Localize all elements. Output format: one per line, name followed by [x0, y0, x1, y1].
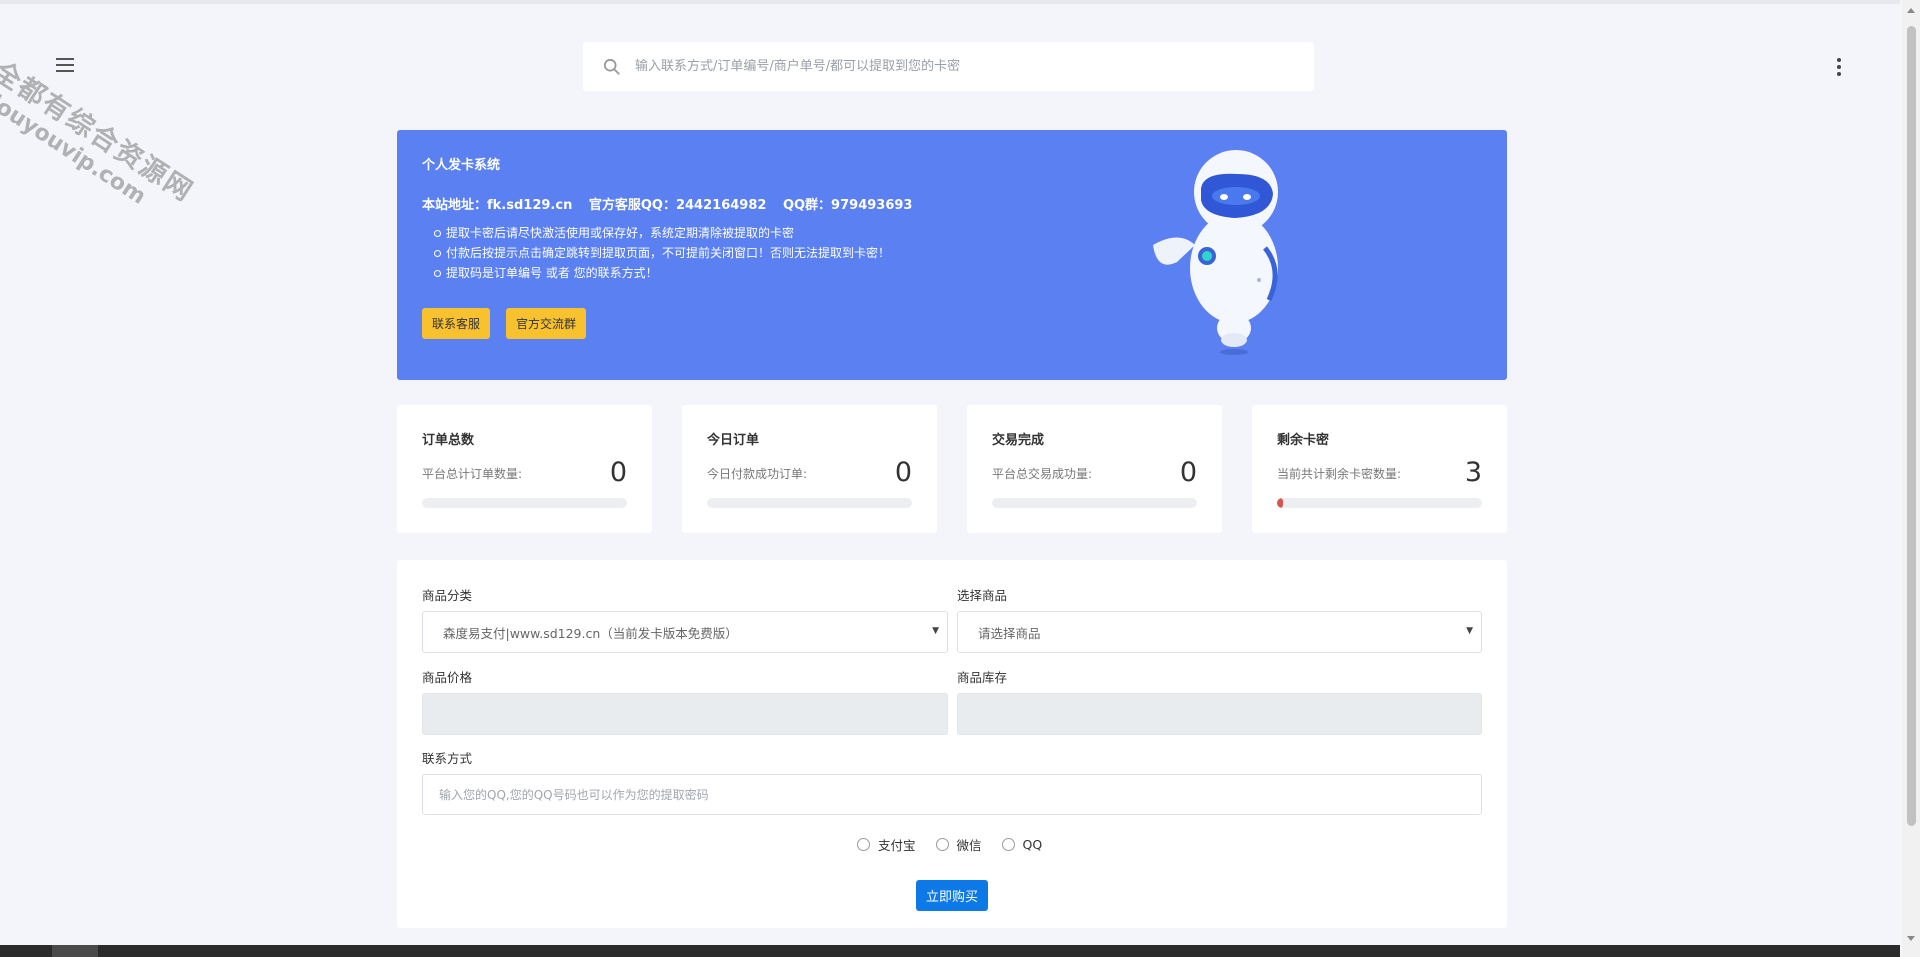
product-label: 选择商品	[957, 588, 1008, 603]
more-options-icon[interactable]	[1835, 58, 1843, 76]
chevron-down-icon: ▼	[1466, 626, 1473, 636]
stat-card-remaining-cards: 剩余卡密 当前共计剩余卡密数量: 3	[1252, 405, 1507, 533]
search-bar[interactable]	[583, 42, 1314, 91]
stat-label: 当前共计剩余卡密数量:	[1277, 466, 1402, 481]
contact-support-button[interactable]: 联系客服	[422, 308, 491, 339]
site-title: 个人发卡系统	[422, 158, 501, 173]
stat-value: 0	[609, 457, 627, 488]
category-selected-value: 森度易支付|www.sd129.cn（当前发卡版本免费版）	[443, 625, 738, 641]
price-field	[422, 693, 948, 735]
product-select[interactable]: 请选择商品 ▼	[957, 611, 1482, 653]
chevron-down-icon: ▼	[932, 626, 939, 636]
radio-circle[interactable]	[1001, 838, 1015, 851]
payment-option-label: 支付宝	[878, 838, 916, 853]
notice-list: 提取卡密后请尽快激活使用或保存好，系统定期清除被提取的卡密 付款后按提示点击确定…	[434, 223, 1482, 283]
search-input[interactable]	[635, 59, 1314, 74]
payment-method-group: 支付宝 微信 QQ	[857, 835, 1042, 854]
taskbar	[0, 945, 1900, 957]
stat-title: 剩余卡密	[1277, 433, 1330, 448]
radio-circle[interactable]	[857, 838, 870, 851]
site-address: 本站地址：fk.sd129.cn	[422, 198, 573, 213]
buy-now-button[interactable]: 立即购买	[916, 880, 988, 911]
stat-progress-bar	[1277, 498, 1482, 508]
stat-value: 3	[1464, 457, 1482, 488]
payment-alipay-radio[interactable]: 支付宝	[857, 835, 916, 854]
stat-label: 今日付款成功订单:	[707, 466, 808, 481]
category-select[interactable]: 森度易支付|www.sd129.cn（当前发卡版本免费版） ▼	[422, 611, 948, 653]
contact-input[interactable]	[422, 774, 1482, 815]
stat-label: 平台总计订单数量:	[422, 466, 523, 481]
notice-item: 提取卡密后请尽快激活使用或保存好，系统定期清除被提取的卡密	[434, 223, 1482, 243]
radio-circle[interactable]	[935, 838, 949, 851]
scrollbar-thumb[interactable]	[1907, 26, 1916, 826]
stat-card-total-orders: 订单总数 平台总计订单数量: 0	[397, 405, 652, 533]
stat-label: 平台总交易成功量:	[992, 466, 1093, 481]
search-icon	[603, 58, 620, 75]
stock-label: 商品库存	[957, 670, 1008, 685]
stat-progress-bar	[422, 498, 627, 508]
stat-card-completed: 交易完成 平台总交易成功量: 0	[967, 405, 1222, 533]
payment-qq-radio[interactable]: QQ	[1001, 835, 1043, 854]
stat-title: 订单总数	[422, 433, 475, 448]
stat-title: 今日订单	[707, 433, 760, 448]
notice-item: 提取码是订单编号 或者 您的联系方式！	[434, 263, 1482, 283]
notice-item: 付款后按提示点击确定跳转到提取页面，不可提前关闭窗口！否则无法提取到卡密！	[434, 243, 1482, 263]
site-info: 本站地址：fk.sd129.cn 官方客服QQ：2442164982 QQ群：9…	[422, 194, 1482, 213]
price-label: 商品价格	[422, 670, 473, 685]
stat-progress-bar	[707, 498, 912, 508]
watermark: 全都有综合资源网 douyouvip.com	[0, 50, 203, 230]
robot-illustration	[1153, 150, 1278, 355]
top-border	[0, 0, 1900, 4]
qq-group: QQ群：979493693	[782, 198, 913, 213]
stat-value: 0	[894, 457, 912, 488]
vertical-scrollbar[interactable]	[1902, 0, 1920, 957]
stat-value: 0	[1179, 457, 1197, 488]
scroll-down-icon[interactable]	[1907, 936, 1915, 941]
support-qq: 官方客服QQ：2442164982	[588, 198, 767, 213]
category-label: 商品分类	[422, 588, 473, 603]
stat-title: 交易完成	[992, 433, 1045, 448]
official-group-button[interactable]: 官方交流群	[506, 308, 587, 339]
payment-wechat-radio[interactable]: 微信	[935, 835, 982, 854]
taskbar-item[interactable]	[52, 945, 98, 957]
payment-option-label: 微信	[956, 838, 982, 853]
scroll-up-icon[interactable]	[1907, 8, 1915, 13]
watermark-url: douyouvip.com	[0, 85, 151, 210]
hero-banner: 个人发卡系统 本站地址：fk.sd129.cn 官方客服QQ：244216498…	[397, 130, 1507, 380]
stat-card-today-orders: 今日订单 今日付款成功订单: 0	[682, 405, 937, 533]
payment-option-label: QQ	[1022, 837, 1043, 852]
watermark-text: 全都有综合资源网	[0, 55, 199, 209]
contact-label: 联系方式	[422, 751, 473, 766]
stock-field	[957, 693, 1482, 735]
stat-progress-bar	[992, 498, 1197, 508]
menu-toggle-icon[interactable]	[56, 58, 74, 72]
product-selected-value: 请选择商品	[978, 625, 1041, 641]
order-form: 商品分类 森度易支付|www.sd129.cn（当前发卡版本免费版） ▼ 选择商…	[397, 560, 1507, 928]
